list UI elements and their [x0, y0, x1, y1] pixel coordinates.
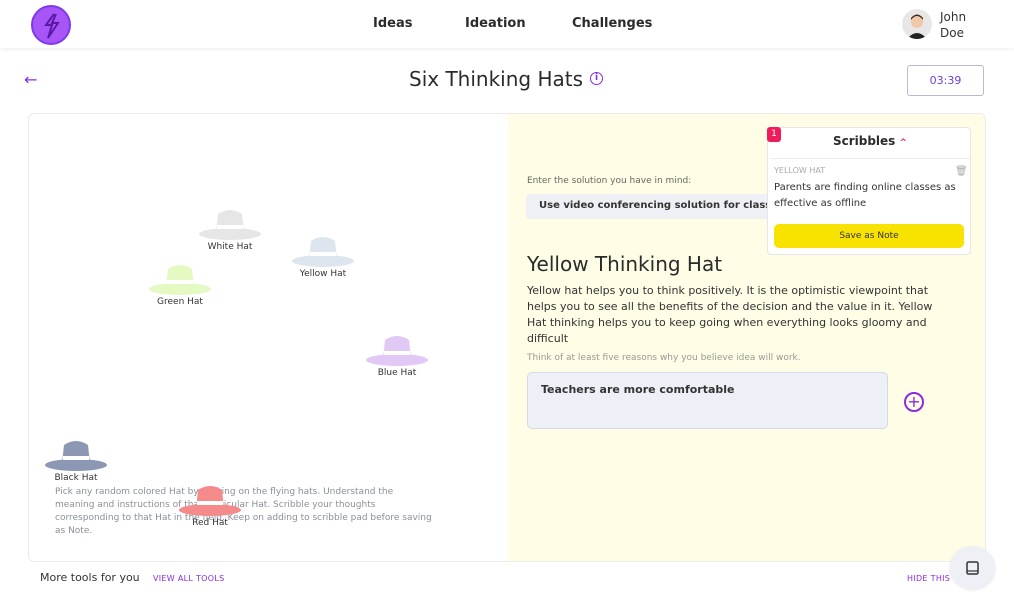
yellow-hat-icon	[292, 237, 354, 267]
avatar[interactable]	[902, 9, 932, 39]
user-name[interactable]: John Doe	[940, 9, 966, 41]
add-icon[interactable]: +	[904, 392, 924, 412]
hat-blue-label: Blue Hat	[377, 368, 417, 378]
scribble-item: YELLOW HAT 🗑 Parents are finding online …	[770, 158, 970, 220]
blue-hat-icon	[366, 336, 428, 366]
user-avatar-icon	[907, 14, 927, 39]
page-title: Six Thinking Hats	[409, 67, 583, 91]
user-first-name: John	[940, 10, 967, 24]
hat-black-label: Black Hat	[54, 473, 98, 483]
scribbles-panel: 1 Scribbles ^ YELLOW HAT 🗑 Parents are f…	[767, 127, 971, 255]
selected-hat-title: Yellow Thinking Hat	[527, 252, 723, 276]
scribble-input[interactable]: Teachers are more comfortable	[527, 372, 888, 429]
hide-this-link[interactable]: HIDE THIS	[907, 574, 950, 583]
trash-icon[interactable]: 🗑	[955, 166, 968, 177]
hat-yellow[interactable]: Yellow Hat	[290, 233, 356, 279]
black-hat-icon	[45, 441, 107, 471]
white-hat-icon	[199, 210, 261, 240]
logo[interactable]	[31, 5, 71, 45]
hat-white[interactable]: White Hat	[197, 206, 263, 252]
scribbles-title: Scribbles	[832, 134, 896, 148]
info-icon[interactable]: i	[590, 72, 603, 85]
scribble-tag: YELLOW HAT	[774, 166, 826, 175]
timer: 03:39	[907, 65, 984, 96]
red-hat-icon	[179, 486, 241, 516]
hat-green-label: Green Hat	[157, 297, 203, 307]
view-all-tools-link[interactable]: VIEW ALL TOOLS	[153, 574, 225, 583]
top-nav: Ideas Ideation Challenges John Doe	[0, 0, 1014, 48]
lightning-icon	[44, 13, 60, 39]
solution-field[interactable]: Use video conferencing solution for clas…	[526, 194, 786, 219]
scribbles-header[interactable]: Scribbles ^	[768, 134, 972, 148]
hat-yellow-label: Yellow Hat	[299, 269, 347, 279]
book-icon	[966, 561, 979, 575]
hat-red-label: Red Hat	[192, 518, 228, 528]
instructions-text: Pick any random colored Hat by clicking …	[55, 487, 432, 536]
chevron-up-icon: ^	[899, 138, 908, 148]
hat-black[interactable]: Black Hat	[43, 437, 109, 483]
selected-hat-description: Yellow hat helps you to think positively…	[527, 284, 933, 345]
scribble-text: Parents are finding online classes as ef…	[774, 182, 956, 209]
nav-ideation[interactable]: Ideation	[455, 16, 530, 31]
more-tools-label: More tools for you	[40, 571, 140, 584]
nav-challenges[interactable]: Challenges	[572, 16, 652, 31]
back-arrow-icon[interactable]: ←	[24, 70, 37, 89]
hat-red[interactable]: Red Hat	[177, 482, 243, 528]
hint-text: Think of at least five reasons why you b…	[527, 353, 801, 363]
book-button[interactable]	[950, 546, 995, 589]
save-as-note-button[interactable]: Save as Note	[774, 224, 964, 248]
user-last-name: Doe	[940, 26, 964, 40]
green-hat-icon	[149, 265, 211, 295]
hat-green[interactable]: Green Hat	[147, 261, 213, 307]
solution-label: Enter the solution you have in mind:	[527, 176, 692, 186]
hat-blue[interactable]: Blue Hat	[364, 332, 430, 378]
nav-ideas[interactable]: Ideas	[373, 16, 412, 31]
hat-white-label: White Hat	[207, 242, 253, 252]
